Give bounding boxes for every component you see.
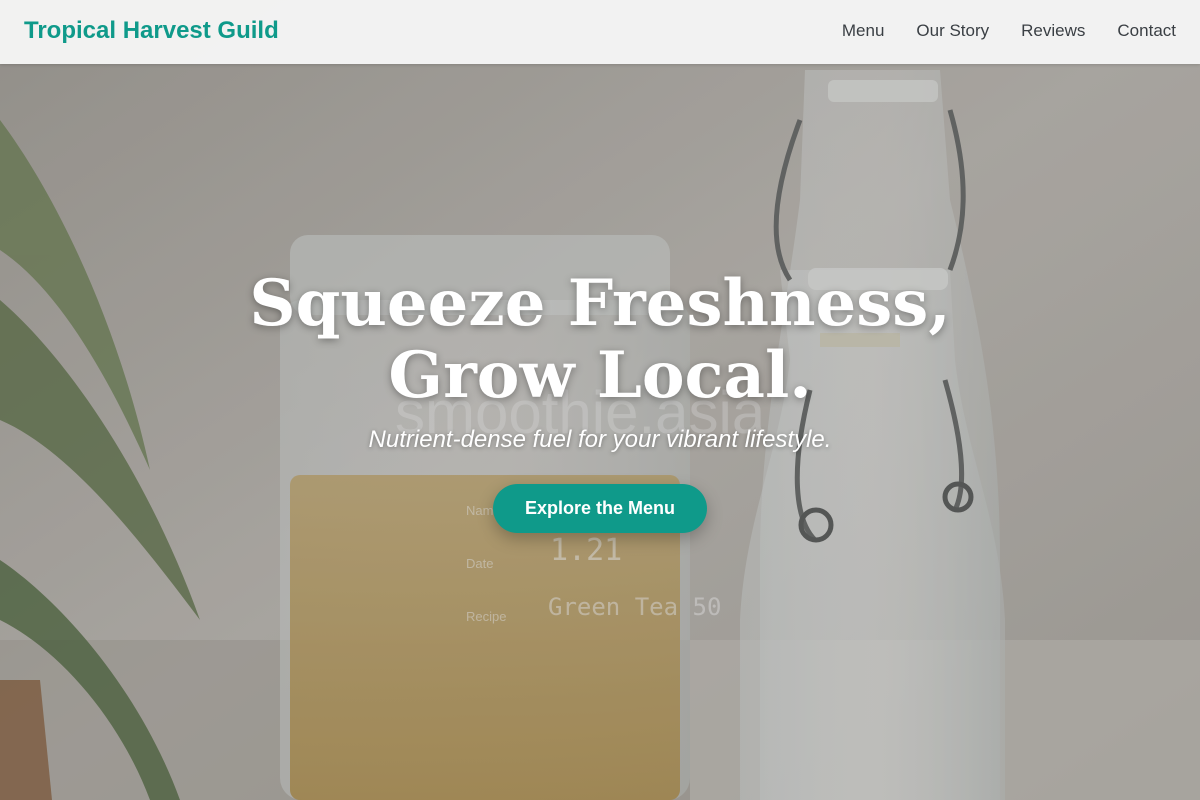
explore-menu-button[interactable]: Explore the Menu xyxy=(492,484,708,533)
hero-tagline: Nutrient-dense fuel for your vibrant lif… xyxy=(368,426,832,453)
nav-link-our-story[interactable]: Our Story xyxy=(916,21,989,41)
hero-headline: Squeeze Freshness, Grow Local. xyxy=(249,266,951,413)
brand-logo-link[interactable]: Tropical Harvest Guild xyxy=(24,17,279,45)
main-nav: Menu Our Story Reviews Contact xyxy=(842,21,1176,41)
nav-link-menu[interactable]: Menu xyxy=(842,21,885,41)
nav-link-reviews[interactable]: Reviews xyxy=(1021,21,1085,41)
hero-content: Squeeze Freshness, Grow Local. Nutrient-… xyxy=(0,268,1200,533)
top-navbar: Tropical Harvest Guild Menu Our Story Re… xyxy=(0,0,1200,64)
nav-link-contact[interactable]: Contact xyxy=(1117,21,1176,41)
hero-section: smoothie.asia Name Date Recipe 1.21 Gree… xyxy=(0,0,1200,800)
